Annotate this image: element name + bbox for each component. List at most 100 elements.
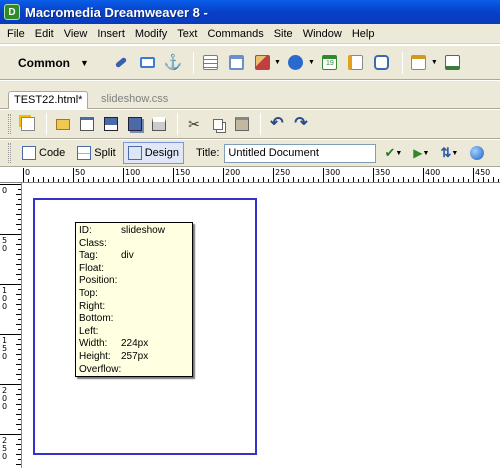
head-dropdown-chevron-icon[interactable]: ▼ <box>431 59 438 66</box>
horizontal-ruler[interactable]: 0 50 100 150 200 250 300 350 400 450 <box>0 168 500 183</box>
ruler-label: 250 <box>275 168 291 177</box>
menu-window[interactable]: Window <box>298 25 347 43</box>
comment-icon[interactable] <box>371 52 393 74</box>
design-view-canvas[interactable]: ID: slideshow Class: Tag: div Float: Position:… <box>23 184 500 468</box>
ruler-tick <box>18 249 21 250</box>
script-icon[interactable] <box>442 52 464 74</box>
ruler-label: 350 <box>375 168 391 177</box>
cut-icon[interactable]: ✂ <box>183 113 205 135</box>
code-view-button[interactable]: Code <box>17 142 70 164</box>
ruler-tick <box>358 179 359 182</box>
new-document-icon[interactable] <box>17 113 39 135</box>
menu-insert[interactable]: Insert <box>92 25 130 43</box>
save-icon[interactable] <box>100 113 122 135</box>
redo-icon[interactable]: ↷ <box>290 113 312 135</box>
menu-help[interactable]: Help <box>347 25 380 43</box>
tab-slideshow-css[interactable]: slideshow.css <box>96 91 173 109</box>
hyperlink-icon[interactable] <box>110 52 132 74</box>
paste-icon[interactable] <box>231 113 253 135</box>
ruler-tick <box>16 444 21 445</box>
insert-bar: Common ▼ ⚓ ▼ ▼ 19 ▼ <box>0 45 500 80</box>
undo-icon[interactable]: ↶ <box>266 113 288 135</box>
menu-bar: File Edit View Insert Modify Text Comman… <box>0 24 500 44</box>
menu-commands[interactable]: Commands <box>202 25 268 43</box>
ruler-tick <box>478 179 479 182</box>
email-link-icon[interactable] <box>136 52 158 74</box>
globe-icon[interactable] <box>466 143 488 163</box>
design-view-button[interactable]: Design <box>122 142 184 164</box>
ruler-tick <box>18 449 21 450</box>
ruler-tick <box>303 177 304 182</box>
menu-site[interactable]: Site <box>269 25 298 43</box>
toolbar-separator <box>46 113 47 135</box>
ruler-tick <box>428 179 429 182</box>
open-icon[interactable] <box>52 113 74 135</box>
tooltip-row: Position: <box>79 275 189 288</box>
ruler-tick <box>0 434 21 435</box>
insert-category-dropdown[interactable]: Common ▼ <box>0 56 110 70</box>
server-side-include-icon[interactable] <box>345 52 367 74</box>
image-icon[interactable] <box>251 52 273 74</box>
tooltip-row: Float: <box>79 263 189 276</box>
head-icon[interactable] <box>408 52 430 74</box>
ruler-tick <box>373 168 374 182</box>
split-view-label: Split <box>94 147 116 159</box>
ruler-tick <box>18 419 21 420</box>
ruler-tick <box>16 224 21 225</box>
insert-category-label: Common <box>18 55 70 70</box>
ruler-tick <box>63 177 64 182</box>
named-anchor-icon[interactable]: ⚓ <box>162 52 184 74</box>
menu-text[interactable]: Text <box>172 25 202 43</box>
ruler-tick <box>16 364 21 365</box>
ruler-label: 450 <box>475 168 491 177</box>
ruler-tick <box>18 399 21 400</box>
tooltip-row-value: 224px <box>121 338 149 350</box>
tooltip-row-label: ID: <box>79 225 92 236</box>
file-management-icon[interactable]: ⇅ ▼ <box>438 143 460 163</box>
menu-file[interactable]: File <box>2 25 30 43</box>
media-icon[interactable] <box>285 52 307 74</box>
save-all-icon[interactable] <box>124 113 146 135</box>
image-dropdown-chevron-icon[interactable]: ▼ <box>274 59 281 66</box>
ruler-tick <box>213 177 214 182</box>
menu-modify[interactable]: Modify <box>130 25 172 43</box>
ruler-tick <box>93 177 94 182</box>
ruler-tick <box>113 177 114 182</box>
toolbar-grip[interactable] <box>8 143 11 163</box>
print-icon[interactable] <box>148 113 170 135</box>
split-view-button[interactable]: Split <box>72 142 120 164</box>
tooltip-row: Right: <box>79 301 189 314</box>
ruler-tick <box>16 374 21 375</box>
check-browser-compat-icon[interactable]: ✔ ▼ <box>382 143 404 163</box>
layer-icon[interactable] <box>225 52 247 74</box>
ruler-label: 0 <box>25 168 31 177</box>
toolbar-separator <box>193 51 194 74</box>
preview-in-browser-icon[interactable]: ▶ ▼ <box>410 143 432 163</box>
ruler-tick <box>16 394 21 395</box>
ruler-tick <box>398 179 399 182</box>
ruler-tick <box>283 177 284 182</box>
date-icon[interactable]: 19 <box>319 52 341 74</box>
menu-view[interactable]: View <box>59 25 93 43</box>
browse-bridge-icon[interactable] <box>76 113 98 135</box>
ruler-tick <box>173 168 174 182</box>
ruler-tick <box>328 179 329 182</box>
ruler-tick <box>368 179 369 182</box>
ruler-tick <box>143 177 144 182</box>
document-title-input[interactable] <box>224 143 377 163</box>
vertical-ruler[interactable]: 0 50 100 150 200 250 <box>0 183 22 468</box>
ruler-tick <box>293 177 294 182</box>
menu-edit[interactable]: Edit <box>30 25 59 43</box>
ruler-tick <box>453 177 454 182</box>
ruler-tick <box>378 179 379 182</box>
ruler-tick <box>16 254 21 255</box>
media-dropdown-chevron-icon[interactable]: ▼ <box>308 59 315 66</box>
ruler-tick <box>16 204 21 205</box>
copy-icon[interactable] <box>207 113 229 135</box>
code-view-label: Code <box>39 147 66 159</box>
ruler-tick <box>16 454 21 455</box>
ruler-tick <box>18 319 21 320</box>
toolbar-grip[interactable] <box>8 114 11 134</box>
table-icon[interactable] <box>199 52 221 74</box>
tab-test22-html[interactable]: TEST22.html* <box>8 91 89 109</box>
